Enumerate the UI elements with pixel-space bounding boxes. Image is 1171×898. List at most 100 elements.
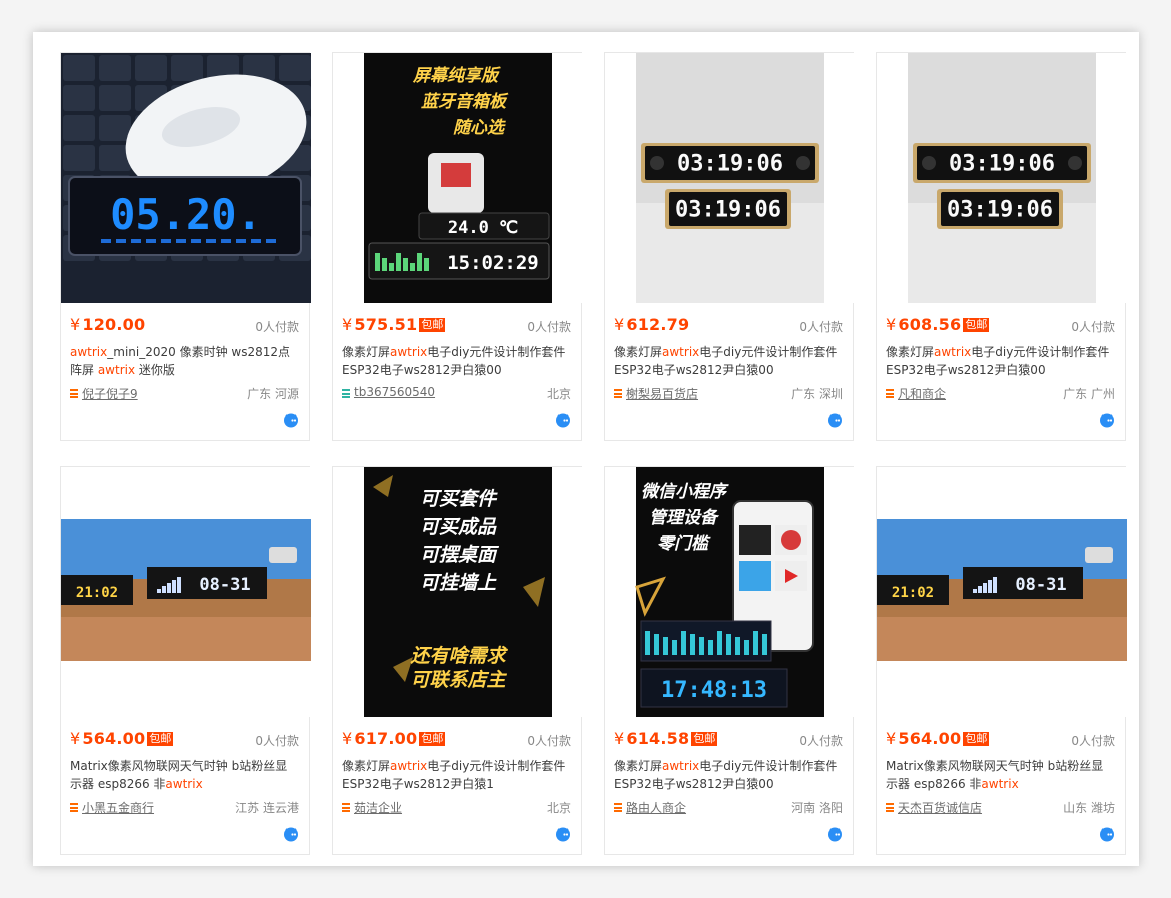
price: ¥120.00 bbox=[70, 315, 145, 334]
product-image[interactable]: 03:19:06 03:19:06 bbox=[877, 53, 1127, 303]
svg-text:随心选: 随心选 bbox=[453, 118, 506, 138]
product-title-link[interactable]: 像素灯屏awtrix电子diy元件设计制作套件ESP32电子ws2812尹白猿0… bbox=[342, 343, 571, 379]
free-shipping-badge: 包邮 bbox=[419, 318, 446, 332]
price-row: ¥617.00 包邮 0人付款 bbox=[342, 729, 571, 749]
shop-location: 广东 广州 bbox=[1063, 387, 1115, 401]
shop-name-link[interactable]: 茹洁企业 bbox=[354, 799, 402, 816]
svg-text:03:19:06: 03:19:06 bbox=[675, 198, 781, 223]
svg-text:21:02: 21:02 bbox=[892, 585, 934, 601]
product-card[interactable]: 03:19:06 03:19:06 ¥608.56 包邮 0人付款 像素灯屏aw… bbox=[876, 52, 1127, 441]
shop-name-link[interactable]: tb367560540 bbox=[354, 385, 435, 399]
product-card[interactable]: 屏幕纯享版 蓝牙音箱板 随心选 24.0 ℃ 15:02:29 ¥575.51 … bbox=[332, 52, 583, 441]
shop-list-icon bbox=[614, 389, 622, 400]
shop-name-link[interactable]: 倪子倪子9 bbox=[82, 385, 138, 402]
product-image[interactable]: 可买套件 可买成品 可摆桌面 可挂墙上 还有啥需求 可联系店主 bbox=[333, 467, 583, 717]
product-card[interactable]: 微信小程序 管理设备 零门槛 17:48:13 ¥614.58 包邮 0人付款 … bbox=[604, 466, 855, 855]
wangwang-chat-icon[interactable] bbox=[827, 412, 843, 428]
shop-location: 广东 河源 bbox=[247, 387, 299, 401]
svg-text:微信小程序: 微信小程序 bbox=[641, 482, 729, 502]
title-segment: 像素灯屏 bbox=[342, 345, 391, 359]
sales-count: 0人付款 bbox=[799, 320, 843, 334]
shop-location: 河南 洛阳 bbox=[791, 801, 843, 815]
shop-name-link[interactable]: 榭梨易百货店 bbox=[626, 385, 698, 402]
product-title-link[interactable]: 像素灯屏awtrix电子diy元件设计制作套件ESP32电子ws2812尹白猿0… bbox=[886, 343, 1115, 379]
shop-list-icon bbox=[886, 389, 894, 400]
shop-list-icon bbox=[342, 803, 350, 814]
product-title-link[interactable]: 像素灯屏awtrix电子diy元件设计制作套件ESP32电子ws2812尹白猿1 bbox=[342, 757, 571, 793]
shop-row: 茹洁企业 北京 bbox=[342, 799, 571, 817]
shop-name-link[interactable]: 凡和商企 bbox=[898, 385, 946, 402]
sales-count: 0人付款 bbox=[255, 734, 299, 748]
shop-name-link[interactable]: 天杰百货诚信店 bbox=[898, 799, 982, 816]
shop-row: 路由人商企 河南 洛阳 bbox=[614, 799, 843, 817]
currency-symbol: ¥ bbox=[70, 729, 81, 748]
product-title-link[interactable]: 像素灯屏awtrix电子diy元件设计制作套件ESP32电子ws2812尹白猿0… bbox=[614, 343, 843, 379]
wangwang-chat-icon[interactable] bbox=[1099, 412, 1115, 428]
shop-list-icon bbox=[342, 389, 350, 400]
currency-symbol: ¥ bbox=[342, 315, 353, 334]
title-segment: 像素灯屏 bbox=[886, 345, 935, 359]
svg-text:蓝牙音箱板: 蓝牙音箱板 bbox=[421, 92, 509, 112]
product-image[interactable]: 21:02 08-31 bbox=[61, 467, 311, 717]
shop-row: 凡和商企 广东 广州 bbox=[886, 385, 1115, 403]
product-title-link[interactable]: 像素灯屏awtrix电子diy元件设计制作套件ESP32电子ws2812尹白猿0… bbox=[614, 757, 843, 793]
svg-text:03:19:06: 03:19:06 bbox=[947, 198, 1053, 223]
sales-count: 0人付款 bbox=[527, 320, 571, 334]
price-value: 614.58 bbox=[626, 729, 690, 748]
shop-row: 天杰百货诚信店 山东 潍坊 bbox=[886, 799, 1115, 817]
product-image[interactable]: 05.20. bbox=[61, 53, 311, 303]
product-image[interactable]: 屏幕纯享版 蓝牙音箱板 随心选 24.0 ℃ 15:02:29 bbox=[333, 53, 583, 303]
shop-name-link[interactable]: 路由人商企 bbox=[626, 799, 686, 816]
svg-text:还有啥需求: 还有啥需求 bbox=[409, 645, 508, 667]
product-card[interactable]: 21:02 08-31 ¥564.00 包邮 0人付款 Matrix像素风物联网… bbox=[876, 466, 1127, 855]
wangwang-chat-icon[interactable] bbox=[1099, 826, 1115, 842]
product-card[interactable]: 05.20. ¥120.00 0人付款 awtrix_mini_2020 像素时… bbox=[60, 52, 311, 441]
product-image[interactable]: 03:19:06 03:19:06 bbox=[605, 53, 855, 303]
price: ¥575.51 bbox=[342, 315, 417, 334]
price-row: ¥120.00 0人付款 bbox=[70, 315, 299, 335]
product-image[interactable]: 21:02 08-31 bbox=[877, 467, 1127, 717]
product-title-link[interactable]: awtrix_mini_2020 像素时钟 ws2812点阵屏 awtrix 迷… bbox=[70, 343, 299, 379]
title-segment: awtrix bbox=[165, 777, 203, 791]
product-title-link[interactable]: Matrix像素风物联网天气时钟 b站粉丝显示器 esp8266 非awtrix bbox=[70, 757, 299, 793]
product-image[interactable]: 微信小程序 管理设备 零门槛 17:48:13 bbox=[605, 467, 855, 717]
price-row: ¥564.00 包邮 0人付款 bbox=[886, 729, 1115, 749]
wangwang-chat-icon[interactable] bbox=[827, 826, 843, 842]
free-shipping-badge: 包邮 bbox=[147, 732, 174, 746]
svg-text:24.0 ℃: 24.0 ℃ bbox=[448, 218, 518, 238]
price-value: 564.00 bbox=[898, 729, 962, 748]
svg-text:08-31: 08-31 bbox=[1015, 575, 1066, 595]
price-row: ¥608.56 包邮 0人付款 bbox=[886, 315, 1115, 335]
wangwang-chat-icon[interactable] bbox=[555, 412, 571, 428]
price-row: ¥612.79 0人付款 bbox=[614, 315, 843, 335]
price: ¥617.00 bbox=[342, 729, 417, 748]
wangwang-chat-icon[interactable] bbox=[555, 826, 571, 842]
shop-list-icon bbox=[886, 803, 894, 814]
title-segment: awtrix bbox=[662, 345, 700, 359]
shop-list-icon bbox=[614, 803, 622, 814]
title-segment: 像素灯屏 bbox=[614, 759, 663, 773]
svg-text:17:48:13: 17:48:13 bbox=[661, 678, 767, 703]
product-card[interactable]: 03:19:06 03:19:06 ¥612.79 0人付款 像素灯屏awtri… bbox=[604, 52, 855, 441]
free-shipping-badge: 包邮 bbox=[419, 732, 446, 746]
price-value: 608.56 bbox=[898, 315, 962, 334]
product-card[interactable]: 可买套件 可买成品 可摆桌面 可挂墙上 还有啥需求 可联系店主 ¥617.00 … bbox=[332, 466, 583, 855]
shop-location: 广东 深圳 bbox=[791, 387, 843, 401]
shop-location: 江苏 连云港 bbox=[235, 801, 299, 815]
price-value: 120.00 bbox=[82, 315, 146, 334]
svg-text:零门槛: 零门槛 bbox=[657, 534, 711, 554]
shop-row: 倪子倪子9 广东 河源 bbox=[70, 385, 299, 403]
wangwang-chat-icon[interactable] bbox=[283, 412, 299, 428]
price: ¥614.58 bbox=[614, 729, 689, 748]
shop-row: 小黑五金商行 江苏 连云港 bbox=[70, 799, 299, 817]
currency-symbol: ¥ bbox=[614, 315, 625, 334]
product-title-link[interactable]: Matrix像素风物联网天气时钟 b站粉丝显示器 esp8266 非awtrix bbox=[886, 757, 1115, 793]
product-card[interactable]: 21:02 08-31 ¥564.00 包邮 0人付款 Matrix像素风物联网… bbox=[60, 466, 311, 855]
shop-location: 山东 潍坊 bbox=[1063, 801, 1115, 815]
shop-row: 榭梨易百货店 广东 深圳 bbox=[614, 385, 843, 403]
shop-name-link[interactable]: 小黑五金商行 bbox=[82, 799, 154, 816]
svg-text:可买成品: 可买成品 bbox=[420, 516, 497, 538]
svg-text:可摆桌面: 可摆桌面 bbox=[420, 544, 500, 566]
wangwang-chat-icon[interactable] bbox=[283, 826, 299, 842]
title-segment: awtrix bbox=[390, 345, 428, 359]
